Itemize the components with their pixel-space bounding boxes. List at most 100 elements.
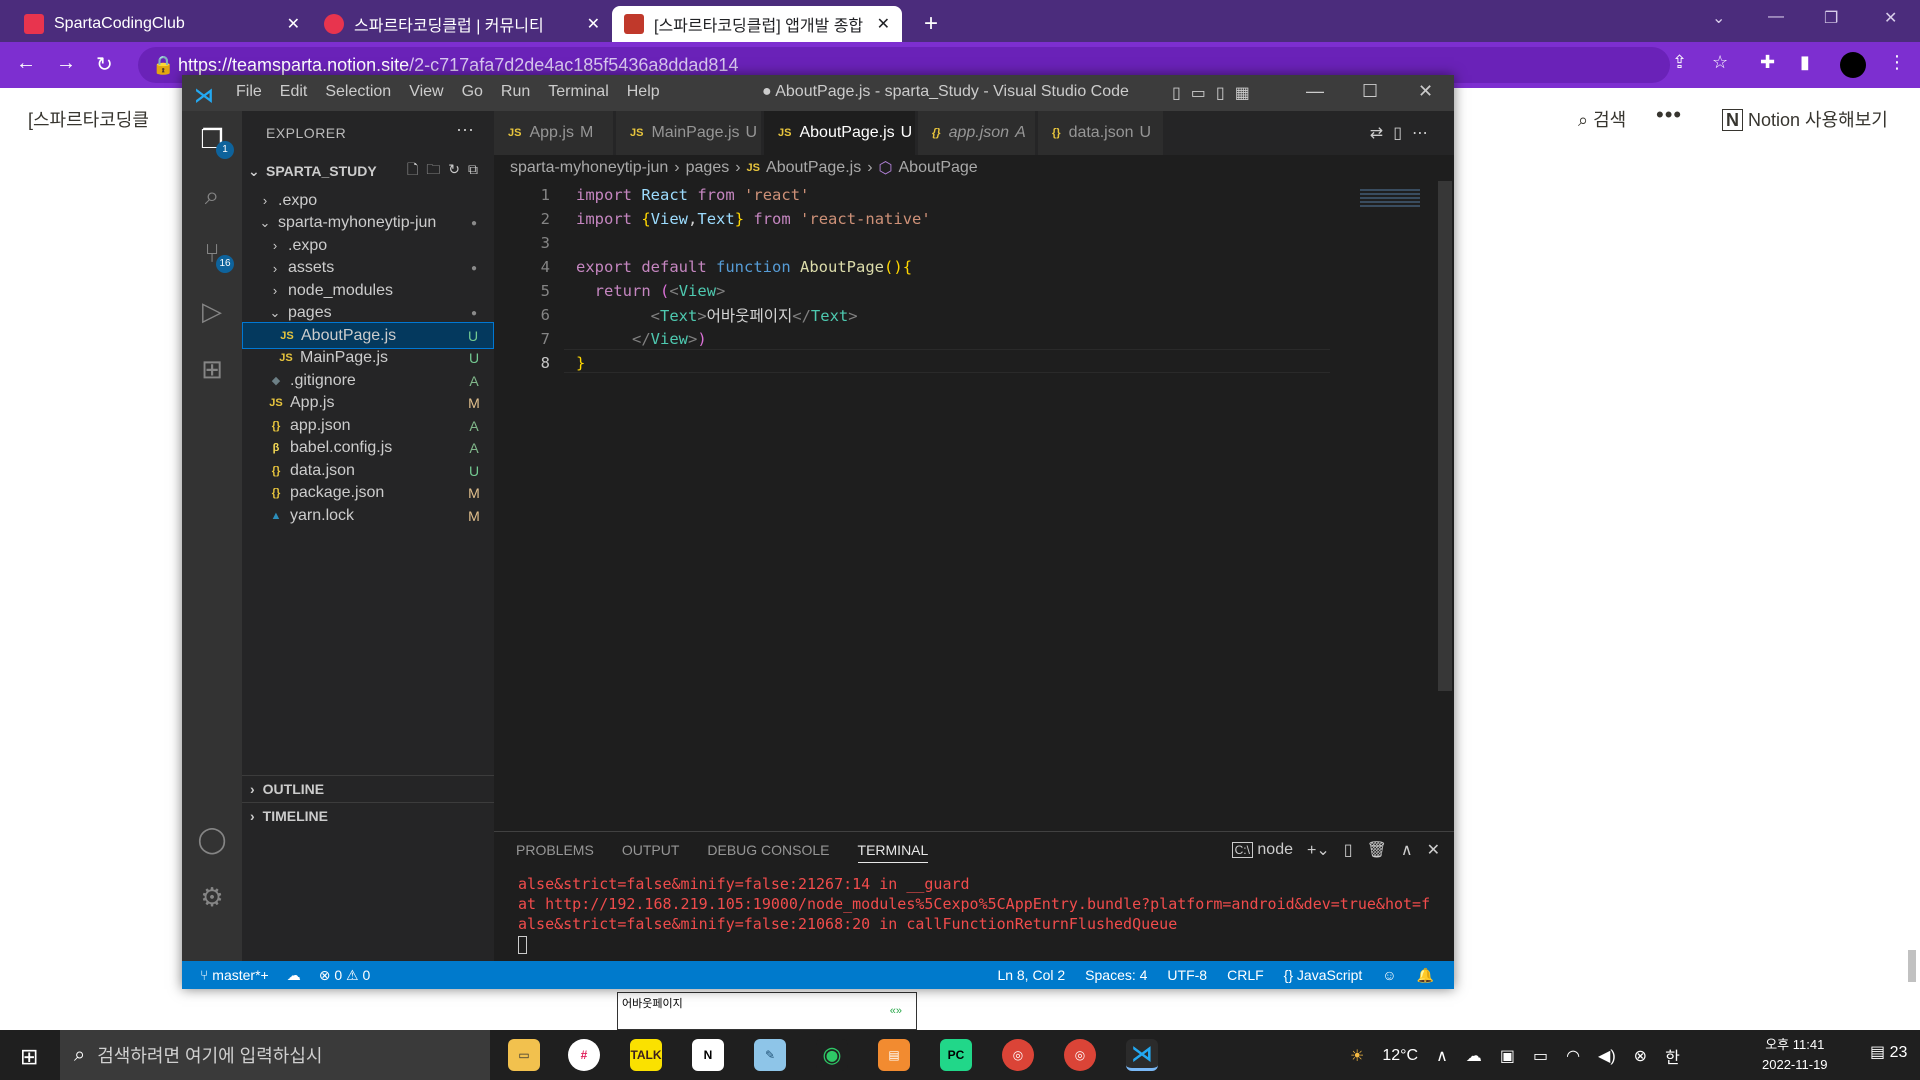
problems-status[interactable]: ⊗ 0 ⚠ 0 <box>319 967 371 984</box>
crumb-file[interactable]: AboutPage.js <box>766 159 861 177</box>
tab-debug-console[interactable]: DEBUG CONSOLE <box>707 842 829 863</box>
menu-file[interactable]: File <box>236 83 262 101</box>
share-icon[interactable]: ⇪ <box>1672 52 1687 73</box>
outline-section[interactable]: › OUTLINE <box>242 775 494 802</box>
weather-icon[interactable]: ☀ <box>1350 1046 1364 1066</box>
notepad-icon[interactable]: ✎ <box>754 1039 786 1071</box>
bookmark-star-icon[interactable]: ☆ <box>1712 52 1728 73</box>
notion-search-button[interactable]: ⌕ 검색 <box>1578 106 1626 132</box>
whale-icon[interactable]: ◉ <box>816 1039 848 1071</box>
indentation[interactable]: Spaces: 4 <box>1085 967 1147 984</box>
menu-view[interactable]: View <box>409 83 443 101</box>
browser-tab-notion-active[interactable]: [스파르타코딩클럽] 앱개발 종합 ✕ <box>612 6 902 42</box>
git-branch[interactable]: ⑂ master*+ <box>200 967 269 984</box>
terminal-shell-selector[interactable]: C:\ node <box>1231 841 1293 859</box>
browser-tab-community[interactable]: 스파르타코딩클럽 | 커뮤니티 ✕ <box>312 6 612 42</box>
back-icon[interactable]: ← <box>16 52 36 75</box>
close-panel-icon[interactable]: ✕ <box>1427 840 1440 860</box>
profile-avatar[interactable] <box>1840 52 1866 78</box>
minimize-icon[interactable]: — <box>1768 8 1784 26</box>
chrome-dev-icon[interactable]: ◎ <box>1064 1039 1096 1071</box>
tab-aboutpage-js[interactable]: JS AboutPage.js U ● <box>764 111 933 155</box>
pycharm-icon[interactable]: PC <box>940 1039 972 1071</box>
feedback-icon[interactable]: ☺ <box>1382 967 1396 984</box>
menu-go[interactable]: Go <box>462 83 483 101</box>
tab-app-js[interactable]: JS App.js M <box>494 111 614 155</box>
menu-edit[interactable]: Edit <box>280 83 308 101</box>
cursor-position[interactable]: Ln 8, Col 2 <box>997 967 1065 984</box>
close-tab-icon[interactable]: ✕ <box>587 14 600 34</box>
menu-selection[interactable]: Selection <box>325 83 391 101</box>
tree-item[interactable]: ▲ yarn.lock M <box>242 502 494 529</box>
new-tab-button[interactable]: + <box>912 6 952 42</box>
side-panel-icon[interactable]: ▮ <box>1800 52 1810 73</box>
crumb-pages[interactable]: pages <box>686 159 730 177</box>
close-tab-icon[interactable]: ✕ <box>287 14 300 34</box>
restore-icon[interactable]: ❐ <box>1824 8 1838 28</box>
notion-icon[interactable]: N <box>692 1039 724 1071</box>
ime-indicator[interactable]: 한 <box>1665 1044 1680 1068</box>
file-explorer-icon[interactable]: ▭ <box>508 1039 540 1071</box>
slack-icon[interactable]: # <box>568 1039 600 1071</box>
minimap[interactable] <box>1354 181 1438 741</box>
project-header[interactable]: ⌄ SPARTA_STUDY 🗋🗀↻⧉ <box>248 159 494 183</box>
close-tab-icon[interactable]: ✕ <box>877 14 890 34</box>
chrome-icon[interactable]: ◎ <box>1002 1039 1034 1071</box>
browser-tab-spartacodingclub[interactable]: SpartaCodingClub ✕ <box>12 6 312 42</box>
language-mode[interactable]: {} JavaScript <box>1284 967 1363 984</box>
tab-output[interactable]: OUTPUT <box>622 842 680 863</box>
volume-icon[interactable]: ◀) <box>1598 1046 1616 1066</box>
menu-help[interactable]: Help <box>627 83 660 101</box>
extensions-icon[interactable]: ✚ <box>1760 52 1775 73</box>
crumb-folder[interactable]: sparta-myhoneytip-jun <box>510 159 668 177</box>
source-control-icon[interactable]: ⑂ 16 <box>194 235 234 273</box>
extensions-icon[interactable]: ⊞ <box>194 351 230 387</box>
system-clock[interactable]: 오후 11:41 2022-11-19 <box>1762 1035 1828 1075</box>
notion-more-button[interactable]: ••• <box>1656 102 1682 128</box>
chrome-menu-icon[interactable]: ⋮ <box>1888 52 1906 73</box>
mute-icon[interactable]: ⊗ <box>1634 1046 1647 1066</box>
forward-icon[interactable]: → <box>56 52 76 75</box>
kill-terminal-icon[interactable]: 🗑 <box>1367 840 1387 860</box>
explorer-more-button[interactable]: ··· <box>456 119 474 140</box>
vscode-taskbar-icon[interactable]: ⋊ <box>1126 1039 1158 1071</box>
keynote-icon[interactable]: ▤ <box>878 1039 910 1071</box>
tab-app-json[interactable]: {} app.json A <box>918 111 1036 155</box>
reload-icon[interactable]: ↻ <box>96 52 113 77</box>
vscode-maximize-icon[interactable]: ☐ <box>1362 81 1378 102</box>
notifications-bell-icon[interactable]: 🔔 <box>1417 967 1434 984</box>
close-window-icon[interactable]: ✕ <box>1884 8 1897 28</box>
notification-center-icon[interactable]: ▤ 23 <box>1870 1042 1907 1062</box>
editor-scrollbar[interactable] <box>1438 181 1452 691</box>
timeline-section[interactable]: › TIMELINE <box>242 802 494 829</box>
notion-breadcrumb[interactable]: [스파르타코딩클 <box>28 106 149 132</box>
page-scrollbar[interactable] <box>1908 950 1916 982</box>
vscode-minimize-icon[interactable]: — <box>1306 81 1324 102</box>
show-hidden-icons[interactable]: ∧ <box>1436 1046 1448 1066</box>
code-editor[interactable]: 1 import React from 'react' 2 import {Vi… <box>494 181 1340 741</box>
windows-start-icon[interactable]: ⊞ <box>20 1044 38 1070</box>
layout-controls-icon[interactable]: ▯▭▯▦ <box>1172 83 1260 103</box>
encoding[interactable]: UTF-8 <box>1167 967 1207 984</box>
editor-actions-icon[interactable]: ⇄▯⋯ <box>1370 123 1438 143</box>
explorer-icon[interactable]: ❐ 1 <box>194 121 234 159</box>
menu-run[interactable]: Run <box>501 83 530 101</box>
tab-mainpage-js[interactable]: JS MainPage.js U <box>616 111 762 155</box>
terminal-output[interactable]: alse&strict=false&minify=false:21267:14 … <box>518 874 1438 954</box>
vscode-close-icon[interactable]: ✕ <box>1418 81 1433 102</box>
sync-icon[interactable]: ☁ <box>287 967 301 984</box>
tab-data-json[interactable]: {} data.json U <box>1038 111 1164 155</box>
run-debug-icon[interactable]: ▷ <box>194 293 230 329</box>
explorer-actions-icon[interactable]: 🗋🗀↻⧉ <box>407 159 486 183</box>
wifi-icon[interactable]: ◠ <box>1566 1046 1580 1066</box>
account-icon[interactable]: ◯ <box>194 821 230 857</box>
temperature[interactable]: 12°C <box>1382 1047 1418 1065</box>
onedrive-icon[interactable]: ☁ <box>1466 1046 1482 1066</box>
search-icon[interactable]: ⌕ <box>194 177 230 213</box>
tab-search-icon[interactable]: ⌄ <box>1712 8 1725 28</box>
taskbar-search-box[interactable]: ⌕ 검색하려면 여기에 입력하십시 <box>60 1030 490 1080</box>
battery-icon[interactable]: ▭ <box>1533 1046 1548 1066</box>
split-terminal-icon[interactable]: ▯ <box>1344 840 1353 860</box>
crumb-symbol[interactable]: AboutPage <box>899 159 978 177</box>
maximize-panel-icon[interactable]: ∧ <box>1401 840 1413 860</box>
